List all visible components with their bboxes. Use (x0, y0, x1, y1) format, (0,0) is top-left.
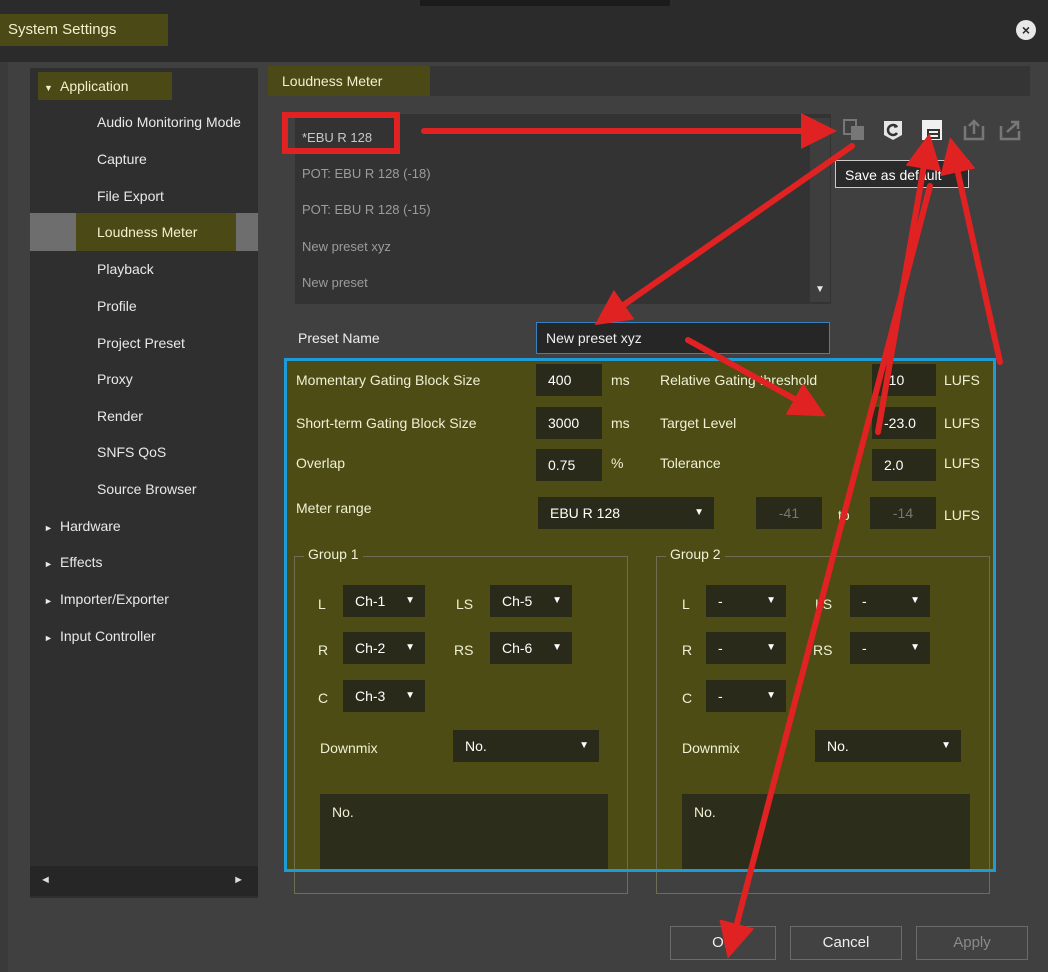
sidebar-item-label: Effects (60, 554, 103, 570)
preset-name-input[interactable]: New preset xyz (536, 322, 830, 354)
sidebar-item-label: Profile (97, 298, 137, 314)
preset-name-label: Preset Name (298, 330, 380, 346)
caret-right-icon: ► (44, 633, 53, 643)
reset-preset-icon[interactable] (881, 118, 905, 142)
sidebar-item-importer-exporter[interactable]: ► Importer/Exporter (44, 585, 169, 613)
annotation-highlight-box (282, 112, 400, 154)
sidebar-item-audio-monitoring-mode[interactable]: Audio Monitoring Mode (97, 108, 257, 136)
sidebar-item-label: Audio Monitoring Mode (97, 114, 241, 130)
sidebar-item-render[interactable]: Render (97, 402, 143, 430)
sidebar-item-proxy[interactable]: Proxy (97, 365, 133, 393)
sidebar-horizontal-scrollbar[interactable]: ◄ ► (30, 866, 258, 896)
list-item[interactable]: New preset xyz (302, 239, 391, 254)
sidebar-item-label: Input Controller (60, 628, 156, 644)
sidebar-item-label: Hardware (60, 518, 121, 534)
save-default-tooltip: Save as default (835, 160, 969, 188)
import-preset-icon[interactable] (962, 118, 986, 142)
sidebar-item-source-browser[interactable]: Source Browser (97, 475, 197, 503)
sidebar-item-label: Capture (97, 151, 147, 167)
scroll-left-icon[interactable]: ◄ (40, 874, 51, 886)
caret-right-icon: ► (44, 596, 53, 606)
caret-right-icon: ► (44, 559, 53, 569)
sidebar-item-label: Playback (97, 261, 154, 277)
sidebar-item-label: Importer/Exporter (60, 591, 169, 607)
list-item[interactable]: New preset (302, 275, 368, 290)
list-item[interactable]: POT: EBU R 128 (-18) (302, 166, 431, 181)
sidebar-item-profile[interactable]: Profile (97, 292, 137, 320)
sidebar-item-effects[interactable]: ► Effects (44, 548, 103, 576)
sidebar-item-label: Loudness Meter (97, 224, 198, 240)
sidebar-item-label: Source Browser (97, 481, 197, 497)
sidebar-item-file-export[interactable]: File Export (97, 182, 164, 210)
annotation-params-outline (284, 358, 996, 872)
sidebar-item-label: Application (60, 78, 129, 94)
save-default-icon[interactable] (920, 118, 944, 142)
caret-down-icon: ▼ (44, 83, 53, 93)
sidebar-item-label: File Export (97, 188, 164, 204)
sidebar-item-label: SNFS QoS (97, 444, 167, 460)
title-bar-strip (420, 0, 670, 6)
sidebar-item-input-controller[interactable]: ► Input Controller (44, 622, 156, 650)
apply-button[interactable]: Apply (916, 926, 1028, 960)
cancel-button[interactable]: Cancel (790, 926, 902, 960)
sidebar-item-application[interactable]: ▼ Application (38, 72, 172, 100)
list-item[interactable]: POT: EBU R 128 (-15) (302, 202, 431, 217)
tab-loudness-meter[interactable]: Loudness Meter (268, 66, 430, 96)
scroll-right-icon[interactable]: ► (233, 874, 244, 886)
sidebar-item-label: Proxy (97, 371, 133, 387)
preset-list-scrollbar[interactable] (810, 118, 830, 302)
sidebar-item-project-preset[interactable]: Project Preset (97, 329, 185, 357)
sidebar-item-label: Render (97, 408, 143, 424)
sidebar-item-label: Project Preset (97, 335, 185, 351)
window-title: System Settings (0, 14, 168, 46)
caret-right-icon: ► (44, 523, 53, 533)
scroll-down-icon[interactable]: ▼ (810, 280, 830, 300)
ok-button[interactable]: OK (670, 926, 776, 960)
copy-preset-icon[interactable] (842, 118, 866, 142)
sidebar-item-playback[interactable]: Playback (97, 255, 154, 283)
sidebar-item-capture[interactable]: Capture (97, 145, 147, 173)
close-icon[interactable]: × (1016, 20, 1036, 40)
sidebar-item-loudness-meter[interactable]: Loudness Meter (97, 218, 197, 246)
sidebar-item-snfs-qos[interactable]: SNFS QoS (97, 438, 166, 466)
sidebar-item-hardware[interactable]: ► Hardware (44, 512, 121, 540)
export-preset-icon[interactable] (998, 118, 1022, 142)
